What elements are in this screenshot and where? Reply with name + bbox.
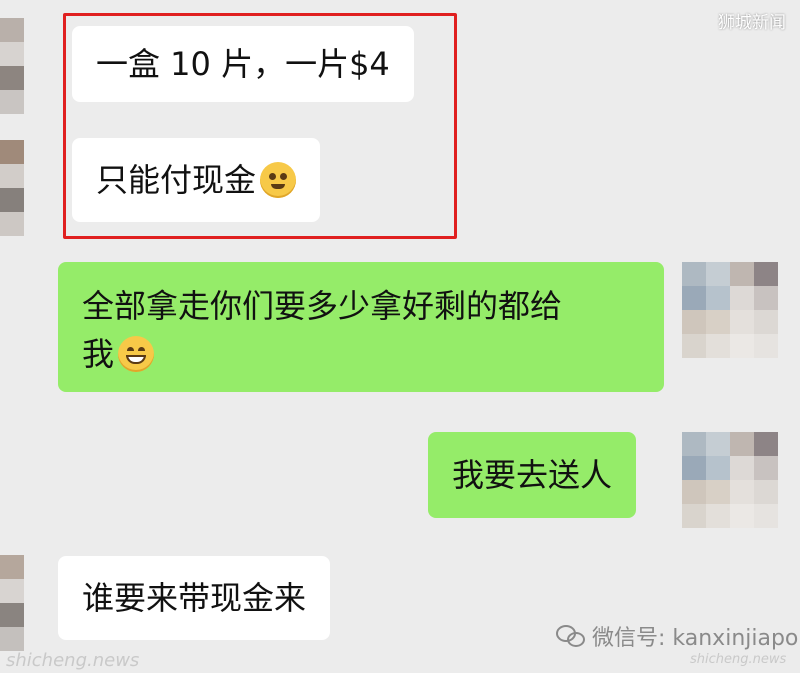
avatar-left-2[interactable] [0, 140, 24, 236]
site-watermark-left: shicheng.news [6, 650, 140, 671]
avatar-left-1[interactable] [0, 18, 24, 114]
avatar-right-2[interactable] [682, 432, 778, 528]
grin-emoji-icon [118, 336, 155, 372]
message-bubble-3[interactable]: 全部拿走你们要多少拿好剩的都给 我 [58, 262, 664, 392]
message-bubble-4[interactable]: 我要去送人 [428, 432, 637, 518]
wechat-icon [556, 625, 586, 647]
highlight-box [63, 13, 457, 239]
message-text-5: 谁要来带现金来 [82, 579, 307, 617]
wechat-label: 微信号: kanxinjiapo [592, 626, 799, 651]
wechat-watermark: 微信号: kanxinjiapo [556, 620, 798, 652]
avatar-right-1[interactable] [682, 262, 778, 358]
message-text-4: 我要去送人 [452, 456, 613, 494]
avatar-left-3[interactable] [0, 555, 24, 651]
message-bubble-5[interactable]: 谁要来带现金来 [58, 556, 331, 640]
message-text-3-line1: 全部拿走你们要多少拿好剩的都给 [82, 287, 563, 325]
message-text-3-line2: 我 [82, 335, 115, 373]
watermark-top: 狮城新闻 [718, 13, 786, 33]
site-watermark-right: shicheng.news [690, 652, 787, 667]
